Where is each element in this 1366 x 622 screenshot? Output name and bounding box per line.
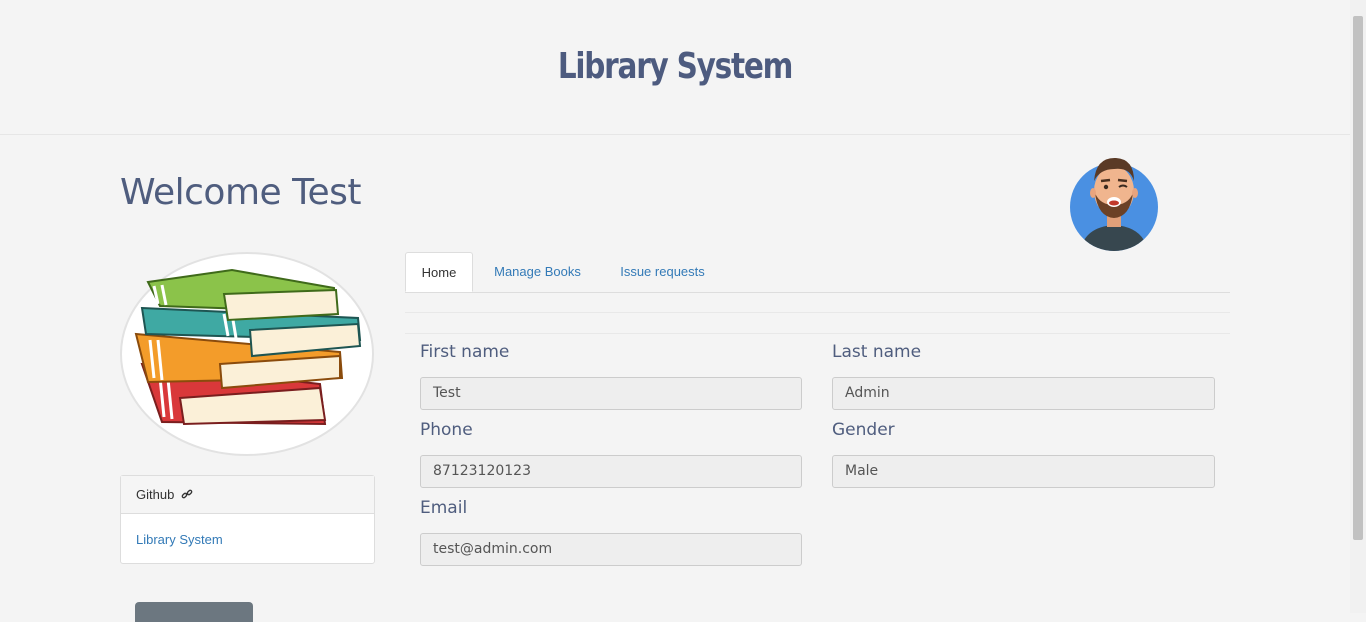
bottom-button[interactable] (135, 602, 253, 622)
scrollbar-thumb[interactable] (1353, 16, 1363, 540)
first-name-field[interactable]: Test (420, 377, 802, 410)
site-header: Library System (0, 0, 1350, 135)
github-card: Github Library System (120, 475, 375, 564)
first-name-label: First name (420, 342, 510, 362)
profile-tabs: Home Manage Books Issue requests (405, 252, 1230, 293)
link-icon (181, 477, 193, 515)
site-title: Library System (557, 46, 794, 87)
tab-issue-requests[interactable]: Issue requests (610, 252, 715, 292)
divider (405, 333, 1230, 334)
github-card-header: Github (121, 476, 374, 514)
phone-label: Phone (420, 420, 473, 440)
last-name-field[interactable]: Admin (832, 377, 1215, 410)
tab-home[interactable]: Home (405, 252, 473, 292)
vertical-scrollbar[interactable] (1350, 0, 1366, 613)
github-repo-link[interactable]: Library System (136, 532, 223, 547)
gender-label: Gender (832, 420, 895, 440)
github-heading: Github (136, 487, 175, 502)
welcome-heading: Welcome Test (120, 172, 362, 213)
email-field[interactable]: test@admin.com (420, 533, 802, 566)
user-avatar (1070, 157, 1158, 251)
phone-field[interactable]: 87123120123 (420, 455, 802, 488)
last-name-label: Last name (832, 342, 922, 362)
divider (405, 312, 1230, 313)
books-illustration (120, 252, 374, 456)
tab-manage-books[interactable]: Manage Books (485, 252, 590, 292)
email-label: Email (420, 498, 468, 518)
gender-field[interactable]: Male (832, 455, 1215, 488)
